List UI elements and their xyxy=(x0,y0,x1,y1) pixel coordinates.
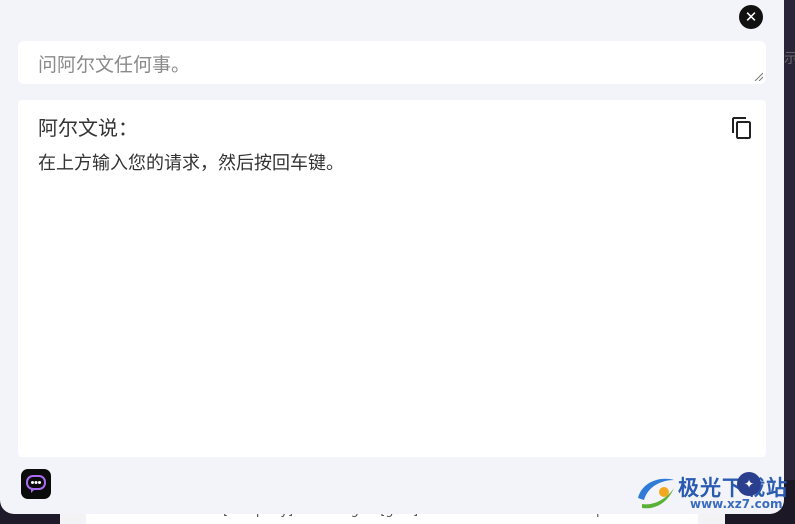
watermark: 极光下载站 www.xz7.com xyxy=(634,470,790,514)
assistant-panel: ✕ 阿尔文说： 在上方输入您的请求，然后按回车键。 xyxy=(0,0,784,514)
response-body: 在上方输入您的请求，然后按回车键。 xyxy=(38,153,344,174)
sparkle-icon: ✦ xyxy=(743,477,755,491)
response-title: 阿尔文说： xyxy=(38,116,138,140)
prompt-input[interactable] xyxy=(18,41,766,84)
chat-bubble-icon[interactable] xyxy=(21,469,51,499)
assistant-badge[interactable]: ✦ xyxy=(737,472,761,496)
watermark-url: www.xz7.com xyxy=(690,497,783,511)
chat-bubble-logo-graphic xyxy=(26,475,46,493)
response-card: 阿尔文说： 在上方输入您的请求，然后按回车键。 xyxy=(18,100,766,457)
close-icon: ✕ xyxy=(744,7,758,26)
close-button[interactable]: ✕ xyxy=(739,5,763,29)
watermark-logo-icon xyxy=(638,478,674,509)
prompt-box xyxy=(18,41,766,84)
copy-icon[interactable] xyxy=(730,116,754,140)
background-edge-glyph: 示 xyxy=(784,51,795,67)
